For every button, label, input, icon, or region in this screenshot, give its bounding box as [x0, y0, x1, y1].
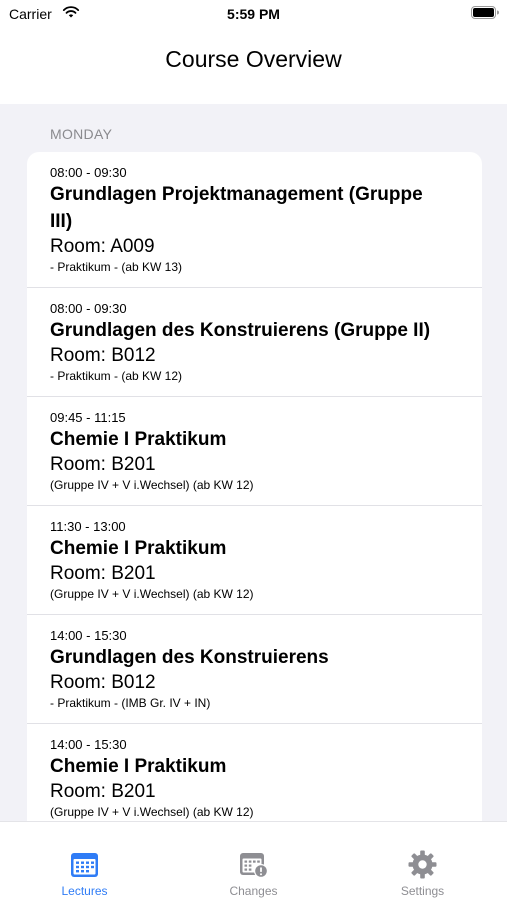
- tab-label: Changes: [229, 884, 278, 898]
- lecture-room: Room: B201: [50, 781, 156, 802]
- lecture-title: Grundlagen des Konstruierens: [50, 647, 329, 668]
- tab-label: Settings: [400, 884, 445, 898]
- lecture-list-view[interactable]: MONDAY 08:00 - 09:30 Grundlagen Projektm…: [0, 104, 507, 821]
- lecture-list: 08:00 - 09:30 Grundlagen Projektmanageme…: [27, 152, 482, 821]
- lecture-note: (Gruppe IV + V i.Wechsel) (ab KW 12): [50, 478, 254, 492]
- lecture-row[interactable]: 09:45 - 11:15 Chemie I Praktikum Room: B…: [27, 397, 482, 506]
- lecture-note: (Gruppe IV + V i.Wechsel) (ab KW 12): [50, 805, 254, 819]
- gear-icon: [408, 850, 437, 879]
- lecture-room: Room: B201: [50, 563, 156, 584]
- lecture-time: 08:00 - 09:30: [50, 301, 127, 316]
- lecture-row[interactable]: 11:30 - 13:00 Chemie I Praktikum Room: B…: [27, 506, 482, 615]
- navigation-bar: Course Overview: [0, 30, 507, 104]
- status-time: 5:59 PM: [227, 6, 280, 22]
- lecture-time: 08:00 - 09:30: [50, 165, 127, 180]
- lecture-title: Grundlagen des Konstruierens (Gruppe II): [50, 320, 431, 341]
- tab-settings[interactable]: Settings: [338, 822, 507, 900]
- lecture-note: (Gruppe IV + V i.Wechsel) (ab KW 12): [50, 587, 254, 601]
- lecture-time: 09:45 - 11:15: [50, 410, 126, 425]
- status-bar: Carrier 5:59 PM: [0, 0, 507, 30]
- lecture-row[interactable]: 14:00 - 15:30 Chemie I Praktikum Room: B…: [27, 724, 482, 821]
- tab-changes[interactable]: Changes: [169, 822, 338, 900]
- tab-bar: Lectures Changes Settings: [0, 821, 507, 900]
- lecture-title: Chemie I Praktikum: [50, 429, 227, 450]
- page-title: Course Overview: [165, 46, 342, 72]
- lecture-row[interactable]: 08:00 - 09:30 Grundlagen Projektmanageme…: [27, 152, 482, 288]
- lecture-note: - Praktikum - (ab KW 13): [50, 260, 183, 274]
- tab-label: Lectures: [61, 884, 108, 898]
- tab-lectures[interactable]: Lectures: [0, 822, 169, 900]
- lecture-time: 14:00 - 15:30: [50, 628, 127, 643]
- calendar-icon: [71, 853, 98, 877]
- lecture-room: Room: B201: [50, 454, 156, 475]
- lecture-title: Grundlagen Projektmanagement (Gruppe III…: [50, 184, 423, 232]
- battery-icon: [471, 6, 499, 19]
- lecture-row[interactable]: 08:00 - 09:30 Grundlagen des Konstruiere…: [27, 288, 482, 397]
- lecture-room: Room: A009: [50, 236, 155, 257]
- lecture-row[interactable]: 14:00 - 15:30 Grundlagen des Konstruiere…: [27, 615, 482, 724]
- calendar-alert-icon: [240, 853, 268, 878]
- lecture-title: Chemie I Praktikum: [50, 538, 227, 559]
- section-header-day: MONDAY: [50, 126, 113, 142]
- lecture-room: Room: B012: [50, 672, 156, 693]
- lecture-title: Chemie I Praktikum: [50, 756, 227, 777]
- lecture-time: 11:30 - 13:00: [50, 519, 126, 534]
- lecture-note: - Praktikum - (IMB Gr. IV + IN): [50, 696, 211, 710]
- lecture-time: 14:00 - 15:30: [50, 737, 127, 752]
- lecture-room: Room: B012: [50, 345, 156, 366]
- lecture-note: - Praktikum - (ab KW 12): [50, 369, 183, 383]
